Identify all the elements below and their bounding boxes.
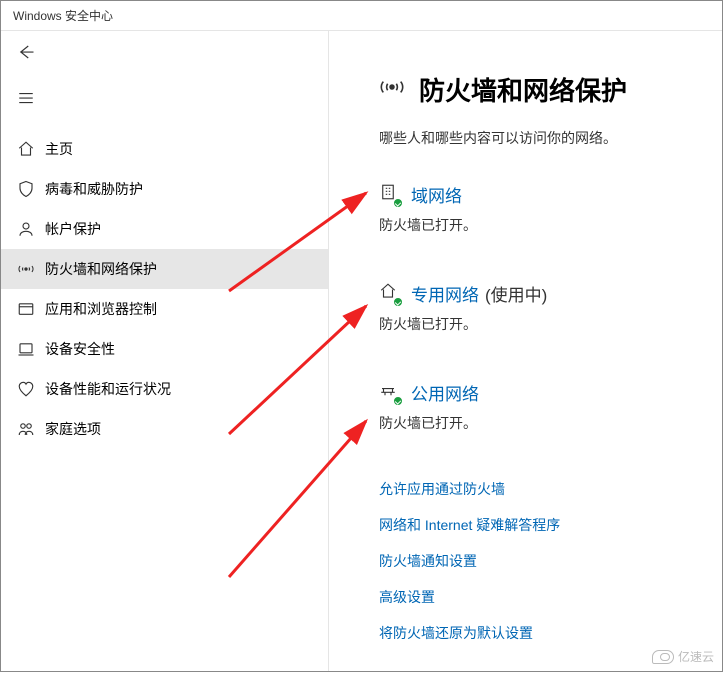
antenna-icon	[379, 74, 405, 106]
home-icon	[17, 140, 45, 158]
building-icon	[379, 183, 401, 206]
watermark-text: 亿速云	[678, 648, 714, 665]
sidebar-item-home[interactable]: 主页	[1, 129, 328, 169]
account-icon	[17, 220, 45, 238]
sidebar-item-label: 病毒和威胁防护	[45, 179, 143, 199]
page-description: 哪些人和哪些内容可以访问你的网络。	[379, 128, 722, 148]
sidebar-item-label: 帐户保护	[45, 219, 101, 239]
sidebar: 主页 病毒和威胁防护 帐户保护 防火墙和网络保护	[1, 31, 329, 671]
page-title: 防火墙和网络保护	[419, 71, 627, 108]
network-title: 域网络	[411, 182, 462, 207]
family-icon	[17, 420, 45, 438]
network-title: 公用网络	[411, 380, 479, 405]
network-suffix: (使用中)	[485, 281, 547, 306]
menu-icon[interactable]	[17, 89, 35, 112]
link-list: 允许应用通过防火墙 网络和 Internet 疑难解答程序 防火墙通知设置 高级…	[379, 479, 722, 643]
network-domain[interactable]: 域网络 防火墙已打开。	[379, 182, 722, 235]
network-private[interactable]: 专用网络 (使用中) 防火墙已打开。	[379, 281, 722, 334]
shield-icon	[17, 180, 45, 198]
network-title: 专用网络	[411, 281, 479, 306]
network-status: 防火墙已打开。	[379, 314, 722, 334]
link-advanced[interactable]: 高级设置	[379, 587, 722, 607]
network-status: 防火墙已打开。	[379, 413, 722, 433]
sidebar-item-firewall[interactable]: 防火墙和网络保护	[1, 249, 328, 289]
link-notifications[interactable]: 防火墙通知设置	[379, 551, 722, 571]
sidebar-item-account[interactable]: 帐户保护	[1, 209, 328, 249]
title-bar: Windows 安全中心	[1, 1, 722, 31]
sidebar-item-virus[interactable]: 病毒和威胁防护	[1, 169, 328, 209]
link-allow-app[interactable]: 允许应用通过防火墙	[379, 479, 722, 499]
cloud-icon	[652, 650, 674, 664]
content-area: 防火墙和网络保护 哪些人和哪些内容可以访问你的网络。 域网络 防火墙已打开。 专…	[329, 31, 722, 671]
antenna-icon	[17, 260, 45, 278]
sidebar-item-label: 设备安全性	[45, 339, 115, 359]
bench-icon	[379, 381, 401, 404]
sidebar-item-device-health[interactable]: 设备性能和运行状况	[1, 369, 328, 409]
sidebar-item-device-security[interactable]: 设备安全性	[1, 329, 328, 369]
window-title: Windows 安全中心	[13, 7, 113, 24]
watermark: 亿速云	[652, 648, 714, 665]
sidebar-item-label: 防火墙和网络保护	[45, 259, 157, 279]
network-status: 防火墙已打开。	[379, 215, 722, 235]
heart-icon	[17, 380, 45, 398]
sidebar-item-app-browser[interactable]: 应用和浏览器控制	[1, 289, 328, 329]
device-icon	[17, 340, 45, 358]
network-public[interactable]: 公用网络 防火墙已打开。	[379, 380, 722, 433]
sidebar-item-label: 主页	[45, 139, 73, 159]
sidebar-item-label: 应用和浏览器控制	[45, 299, 157, 319]
house-icon	[379, 282, 401, 305]
link-troubleshoot[interactable]: 网络和 Internet 疑难解答程序	[379, 515, 722, 535]
link-restore-default[interactable]: 将防火墙还原为默认设置	[379, 623, 722, 643]
sidebar-item-family[interactable]: 家庭选项	[1, 409, 328, 449]
sidebar-item-label: 家庭选项	[45, 419, 101, 439]
app-icon	[17, 300, 45, 318]
back-icon[interactable]	[17, 43, 35, 66]
sidebar-item-label: 设备性能和运行状况	[45, 379, 171, 399]
